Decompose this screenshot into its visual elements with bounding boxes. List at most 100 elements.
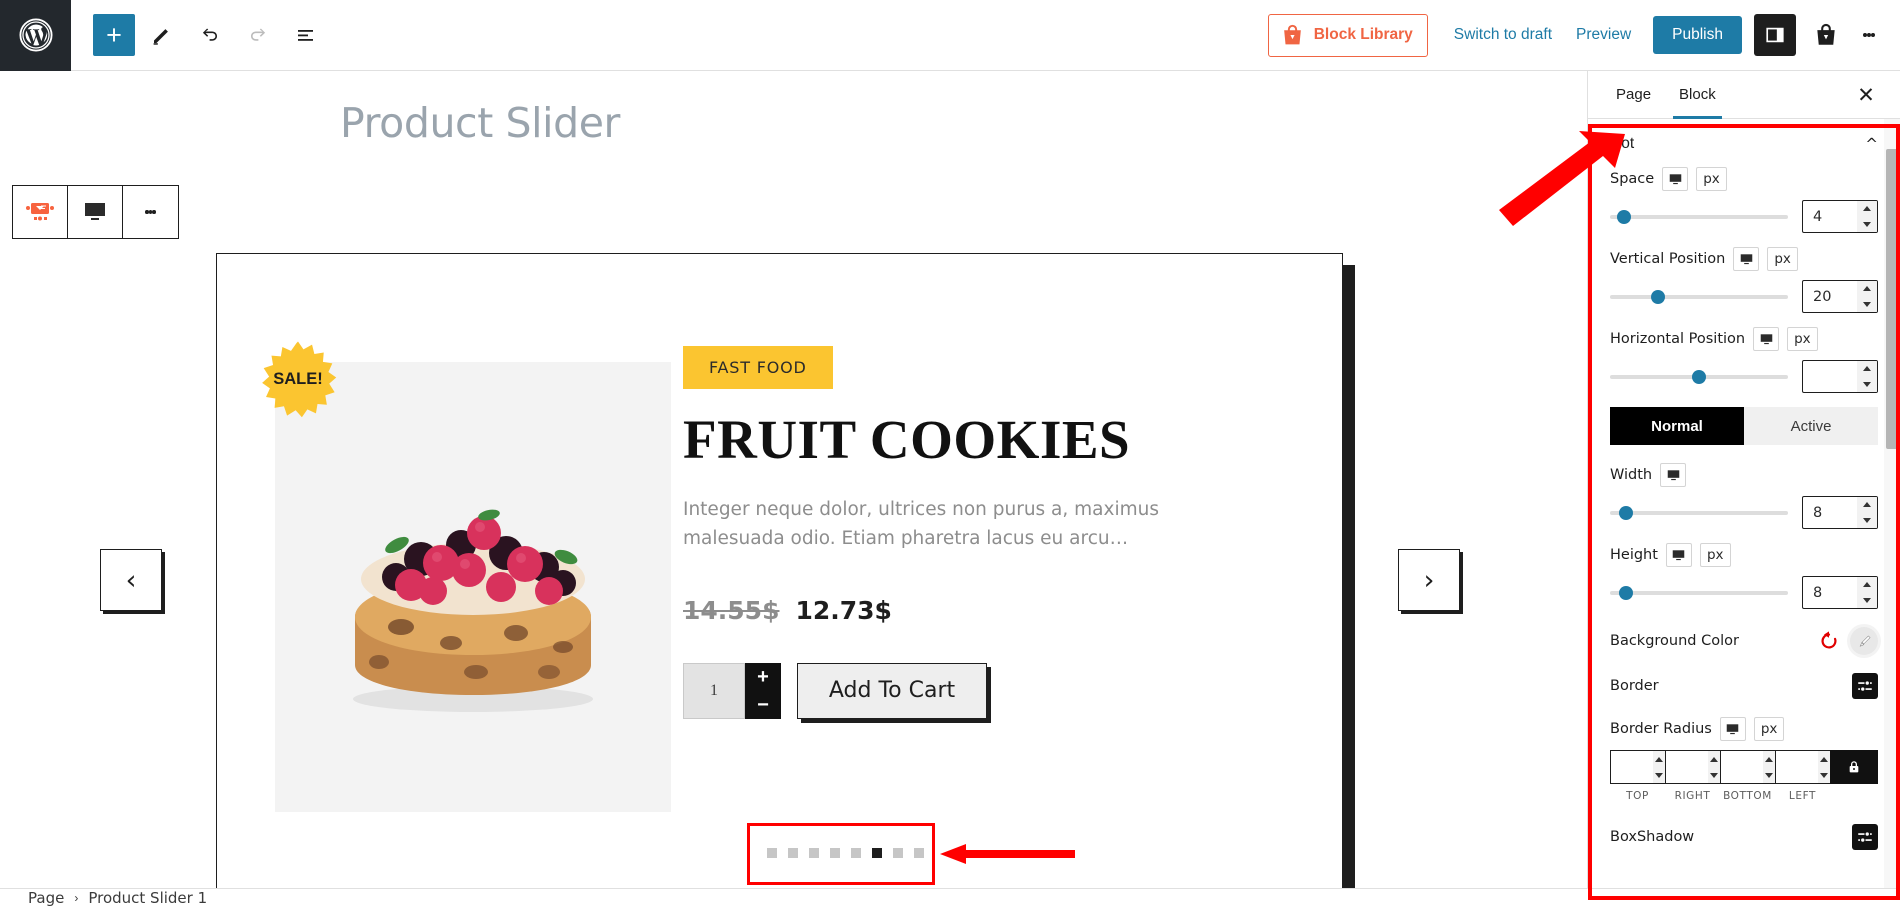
- preview-button[interactable]: Preview: [1564, 18, 1643, 52]
- decrement-button[interactable]: [1857, 592, 1877, 608]
- color-picker-button[interactable]: [1850, 627, 1878, 655]
- height-unit-button[interactable]: px: [1699, 543, 1731, 567]
- chevron-up-icon[interactable]: ^: [1865, 135, 1878, 153]
- width-input[interactable]: [1803, 497, 1857, 528]
- increment-button[interactable]: [1857, 201, 1877, 217]
- vertical-position-unit-button[interactable]: px: [1767, 247, 1798, 271]
- border-radius-top-input[interactable]: [1611, 751, 1653, 783]
- number-spinner[interactable]: [1857, 497, 1877, 528]
- vertical-position-number-field[interactable]: [1802, 280, 1878, 313]
- width-slider-thumb[interactable]: [1619, 505, 1634, 520]
- redo-button[interactable]: [237, 14, 279, 56]
- decrement-button[interactable]: [1857, 376, 1877, 392]
- number-spinner[interactable]: [1857, 577, 1877, 608]
- preview-device-button[interactable]: [68, 186, 123, 238]
- add-block-button[interactable]: +: [93, 14, 135, 56]
- number-spinner[interactable]: [1817, 751, 1830, 783]
- breadcrumb-page[interactable]: Page: [28, 889, 64, 907]
- wordpress-logo-icon[interactable]: [0, 0, 71, 71]
- slider-dot[interactable]: [788, 848, 798, 858]
- add-to-cart-button[interactable]: Add To Cart: [797, 662, 987, 719]
- width-number-field[interactable]: [1802, 496, 1878, 529]
- number-spinner[interactable]: [1857, 281, 1877, 312]
- border-radius-top-field[interactable]: [1610, 750, 1665, 784]
- number-spinner[interactable]: [1857, 361, 1877, 392]
- number-spinner[interactable]: [1857, 201, 1877, 232]
- slider-dot[interactable]: [914, 848, 924, 858]
- monitor-icon[interactable]: [1660, 463, 1687, 487]
- slider-dot[interactable]: [893, 848, 903, 858]
- horizontal-position-slider-thumb[interactable]: [1692, 369, 1706, 384]
- reset-circular-arrow-icon[interactable]: [1818, 630, 1840, 652]
- increment-button[interactable]: [1652, 751, 1665, 767]
- increment-button[interactable]: [1817, 751, 1830, 767]
- state-tab-active[interactable]: Active: [1744, 407, 1878, 445]
- quantity-input[interactable]: 1: [683, 662, 745, 719]
- increment-button[interactable]: [1707, 751, 1720, 767]
- border-radius-bottom-field[interactable]: [1720, 750, 1775, 784]
- slider-next-button[interactable]: ›: [1398, 549, 1460, 611]
- monitor-icon[interactable]: [1753, 327, 1780, 351]
- block-library-button[interactable]: Block Library: [1267, 13, 1428, 57]
- slider-prev-button[interactable]: ‹: [100, 549, 162, 611]
- shop-bag-button[interactable]: [1806, 14, 1846, 56]
- boxshadow-settings-button[interactable]: [1852, 824, 1878, 850]
- block-type-button[interactable]: [13, 186, 68, 238]
- number-spinner[interactable]: [1652, 751, 1665, 783]
- border-settings-button[interactable]: [1852, 673, 1878, 699]
- border-radius-bottom-input[interactable]: [1721, 751, 1763, 783]
- increment-button[interactable]: [1857, 497, 1877, 513]
- space-unit-button[interactable]: px: [1696, 167, 1727, 191]
- switch-to-draft-button[interactable]: Switch to draft: [1442, 18, 1564, 52]
- publish-button[interactable]: Publish: [1653, 16, 1742, 54]
- monitor-icon[interactable]: [1733, 247, 1760, 271]
- horizontal-position-input[interactable]: [1803, 361, 1857, 392]
- settings-sidebar-toggle-button[interactable]: [1754, 14, 1796, 56]
- border-radius-right-field[interactable]: [1665, 750, 1720, 784]
- edit-tool-button[interactable]: [141, 14, 183, 56]
- slider-dot[interactable]: [851, 848, 861, 858]
- horizontal-position-slider[interactable]: [1610, 369, 1788, 384]
- space-slider[interactable]: [1610, 209, 1788, 224]
- height-slider-thumb[interactable]: [1619, 585, 1634, 600]
- list-view-button[interactable]: [285, 14, 327, 56]
- space-number-field[interactable]: [1802, 200, 1878, 233]
- product-title[interactable]: FRUIT COOKIES: [683, 411, 1263, 469]
- monitor-icon[interactable]: [1665, 543, 1692, 567]
- slider-dot[interactable]: [767, 848, 777, 858]
- quantity-decrease-button[interactable]: −: [745, 690, 781, 719]
- slider-dot[interactable]: [872, 848, 882, 858]
- tab-page[interactable]: Page: [1602, 71, 1665, 118]
- decrement-button[interactable]: [1707, 767, 1720, 783]
- undo-button[interactable]: [189, 14, 231, 56]
- decrement-button[interactable]: [1857, 512, 1877, 528]
- monitor-icon[interactable]: [1662, 167, 1689, 191]
- height-slider[interactable]: [1610, 585, 1788, 600]
- decrement-button[interactable]: [1857, 296, 1877, 312]
- dot-panel-header[interactable]: Dot ^: [1610, 119, 1878, 167]
- decrement-button[interactable]: [1652, 767, 1665, 783]
- quantity-increase-button[interactable]: +: [745, 662, 781, 691]
- border-radius-left-input[interactable]: [1776, 751, 1818, 783]
- number-spinner[interactable]: [1707, 751, 1720, 783]
- slider-dot[interactable]: [809, 848, 819, 858]
- monitor-icon[interactable]: [1719, 717, 1746, 741]
- product-category-tag[interactable]: FAST FOOD: [683, 346, 833, 389]
- vertical-position-input[interactable]: [1803, 281, 1857, 312]
- border-radius-right-input[interactable]: [1666, 751, 1708, 783]
- border-radius-link-button[interactable]: [1830, 750, 1878, 784]
- height-number-field[interactable]: [1802, 576, 1878, 609]
- increment-button[interactable]: [1857, 281, 1877, 297]
- tab-block[interactable]: Block: [1665, 71, 1730, 119]
- vertical-position-slider-thumb[interactable]: [1651, 289, 1666, 304]
- increment-button[interactable]: [1762, 751, 1775, 767]
- horizontal-position-unit-button[interactable]: px: [1787, 327, 1818, 351]
- number-spinner[interactable]: [1762, 751, 1775, 783]
- border-radius-left-field[interactable]: [1775, 750, 1830, 784]
- increment-button[interactable]: [1857, 577, 1877, 593]
- decrement-button[interactable]: [1857, 216, 1877, 232]
- product-slider-block[interactable]: SALE! FAST FOOD FRUIT COOKIES Integer ne…: [216, 253, 1343, 888]
- decrement-button[interactable]: [1762, 767, 1775, 783]
- decrement-button[interactable]: [1817, 767, 1830, 783]
- state-tab-normal[interactable]: Normal: [1610, 407, 1744, 445]
